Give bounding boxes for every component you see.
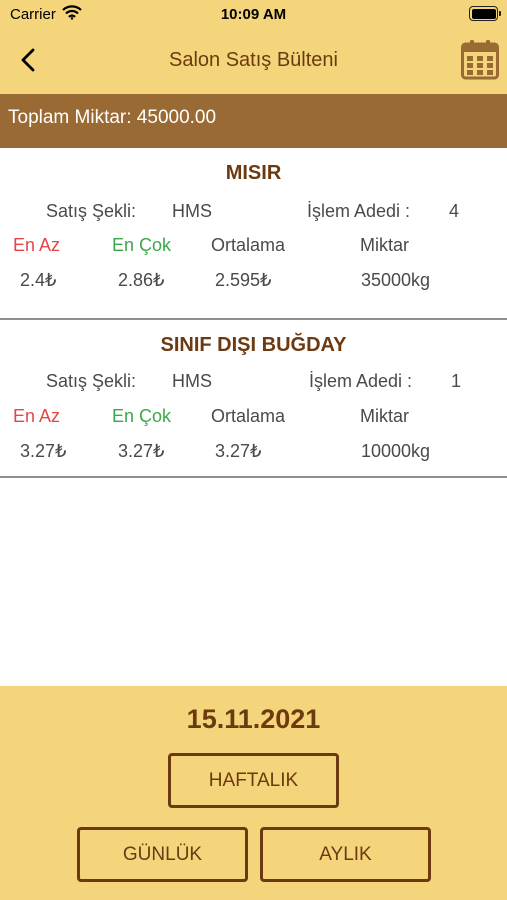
sales-type-value: HMS (172, 201, 212, 221)
battery-icon (469, 6, 501, 21)
product-card: SINIF DIŞI BUĞDAY Satış Şekli: HMS İşlem… (0, 306, 507, 478)
monthly-button[interactable]: AYLIK (260, 827, 431, 882)
transaction-count-value: 1 (451, 371, 462, 391)
period-selector-panel: 15.11.2021 HAFTALIK GÜNLÜK AYLIK (0, 686, 507, 900)
max-value: 2.86₺ (118, 270, 165, 290)
max-label: En Çok (112, 235, 172, 255)
max-label: En Çok (112, 406, 172, 426)
navigation-bar: Salon Satış Bülteni (0, 30, 507, 94)
transaction-count-label: İşlem Adedi : (307, 201, 411, 221)
average-value: 2.595₺ (215, 270, 272, 290)
transaction-count-value: 4 (449, 201, 460, 221)
status-bar: Carrier 10:09 AM (0, 0, 507, 30)
transaction-count-label: İşlem Adedi : (309, 371, 413, 391)
amount-value: 10000kg (361, 441, 431, 461)
status-time: 10:09 AM (220, 6, 287, 23)
sales-type-label: Satış Şekli: (46, 371, 137, 391)
amount-label: Miktar (360, 235, 409, 255)
page-title: Salon Satış Bülteni (169, 49, 338, 71)
sales-type-value: HMS (172, 371, 212, 391)
daily-button[interactable]: GÜNLÜK (77, 827, 248, 882)
min-label: En Az (13, 406, 61, 426)
product-name: MISIR (225, 162, 282, 184)
average-label: Ortalama (211, 406, 286, 426)
max-value: 3.27₺ (118, 441, 165, 461)
average-value: 3.27₺ (215, 441, 262, 461)
min-value: 3.27₺ (20, 441, 67, 461)
amount-value: 35000kg (361, 270, 431, 290)
sales-type-label: Satış Şekli: (46, 201, 137, 221)
calendar-icon[interactable] (461, 40, 499, 80)
weekly-button[interactable]: HAFTALIK (168, 753, 339, 808)
selected-date: 15.11.2021 (186, 704, 321, 734)
product-name: SINIF DIŞI BUĞDAY (160, 334, 347, 356)
average-label: Ortalama (211, 235, 286, 255)
product-card: MISIR Satış Şekli: HMS İşlem Adedi : 4 E… (0, 148, 507, 320)
amount-label: Miktar (360, 406, 409, 426)
min-value: 2.4₺ (20, 270, 57, 290)
total-amount-banner: Toplam Miktar: 45000.00 (0, 94, 507, 148)
min-label: En Az (13, 235, 61, 255)
divider (0, 476, 507, 478)
